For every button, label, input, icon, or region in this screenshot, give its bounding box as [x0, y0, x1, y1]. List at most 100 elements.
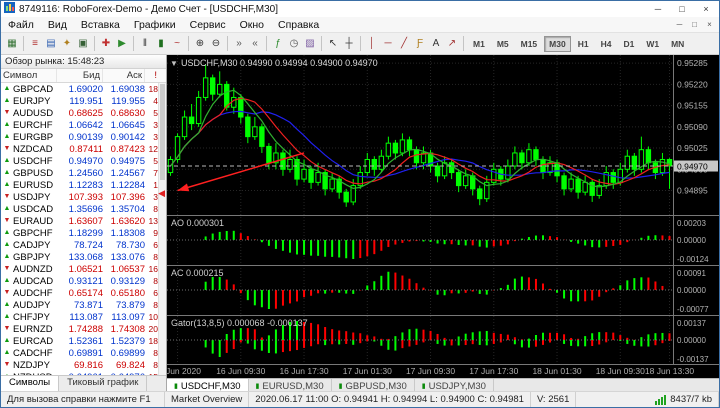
symbol-name: EURGBP — [13, 131, 54, 143]
market-watch-row[interactable]: ▲ GBPJPY 133.068 133.076 8 — [1, 251, 166, 263]
vertical-line-icon[interactable]: │ — [364, 35, 380, 53]
maximize-button[interactable]: □ — [672, 2, 692, 16]
text-icon[interactable]: A — [428, 35, 444, 53]
market-watch-scrollbar[interactable] — [158, 83, 166, 375]
chart-shift-icon[interactable]: « — [247, 35, 263, 53]
timeframe-m5-button[interactable]: M5 — [492, 36, 514, 52]
spread-value: 4 — [153, 96, 158, 106]
spread-value: 3 — [153, 132, 158, 142]
auto-scroll-icon[interactable]: » — [231, 35, 247, 53]
indicators-icon[interactable]: ƒ — [270, 35, 286, 53]
market-watch-row[interactable]: ▼ AUDUSD 0.68625 0.68630 5 — [1, 107, 166, 119]
timeframe-h1-button[interactable]: H1 — [573, 36, 594, 52]
time-axis[interactable]: 16 Jun 2020 16 Jun 09:30 16 Jun 17:30 17 Ju… — [167, 365, 719, 378]
new-chart-icon[interactable]: ▦ — [4, 35, 20, 53]
tick-up-icon: ▲ — [3, 133, 11, 140]
market-watch-row[interactable]: ▼ USDJPY 107.393 107.396 3 — [1, 191, 166, 203]
column-header-1[interactable]: Бид — [57, 69, 103, 82]
menu-item-view[interactable]: Вид — [41, 19, 74, 31]
menu-item-file[interactable]: Файл — [1, 19, 41, 31]
periods-icon[interactable]: ◷ — [286, 35, 302, 53]
svg-text:0.00203: 0.00203 — [677, 219, 706, 228]
market-watch-row[interactable]: ▼ AUDNZD 1.06521 1.06537 16 — [1, 263, 166, 275]
market-watch-row[interactable]: ▲ CHFJPY 113.087 113.097 10 — [1, 311, 166, 323]
menu-item-help[interactable]: Справка — [271, 19, 326, 31]
arrows-icon[interactable]: ↗ — [444, 35, 460, 53]
market-watch-row[interactable]: ▲ GBPCAD 1.69020 1.69038 18 — [1, 83, 166, 95]
menu-item-insert[interactable]: Вставка — [74, 19, 127, 31]
new-order-icon[interactable]: ✚ — [98, 35, 114, 53]
spread-value: 3 — [153, 192, 158, 202]
market-watch-row[interactable]: ▲ USDCHF 0.94970 0.94975 5 — [1, 155, 166, 167]
fibonacci-icon[interactable]: Ƒ — [412, 35, 428, 53]
market-watch-row[interactable]: ▼ AUDCHF 0.65174 0.65180 6 — [1, 287, 166, 299]
market-watch-row[interactable]: ▲ GBPUSD 1.24560 1.24567 7 — [1, 167, 166, 179]
market-watch-row[interactable]: ▼ EURNZD 1.74288 1.74308 20 — [1, 323, 166, 335]
bid-value: 1.06521 — [68, 263, 103, 275]
horizontal-line-icon[interactable]: ─ — [380, 35, 396, 53]
crosshair-icon[interactable]: ┼ — [341, 35, 357, 53]
market-watch-row[interactable]: ▲ CADCHF 0.69891 0.69899 8 — [1, 347, 166, 359]
market-watch-row[interactable]: ▲ CADJPY 78.724 78.730 6 — [1, 239, 166, 251]
market-watch-row[interactable]: ▲ GBPCHF 1.18299 1.18308 9 — [1, 227, 166, 239]
close-button[interactable]: × — [696, 2, 716, 16]
terminal-icon[interactable]: ▣ — [75, 35, 91, 53]
price-chart[interactable]: AO 0.000301 0.00203 0.00000 -0.00124 AC 0.00… — [167, 55, 719, 365]
market-watch-row[interactable]: ▲ EURCHF 1.06642 1.06645 3 — [1, 119, 166, 131]
cursor-icon[interactable]: ↖ — [325, 35, 341, 53]
child-restore-button[interactable]: □ — [687, 20, 702, 29]
menu-item-window[interactable]: Окно — [233, 19, 271, 31]
market-watch-row[interactable]: ▲ AUDCAD 0.93121 0.93129 8 — [1, 275, 166, 287]
column-header-3[interactable]: ! — [145, 69, 159, 82]
zoom-out-icon[interactable]: ⊖ — [208, 35, 224, 53]
tick-up-icon: ▲ — [3, 349, 11, 356]
line-chart-icon[interactable]: ~ — [169, 35, 185, 53]
column-header-0[interactable]: Символ — [1, 69, 57, 82]
candlestick-chart-icon[interactable]: ▮ — [153, 35, 169, 53]
zoom-in-icon[interactable]: ⊕ — [192, 35, 208, 53]
spread-value: 8 — [153, 252, 158, 262]
tick-up-icon: ▲ — [3, 241, 11, 248]
market-watch-tab-symbols[interactable]: Символы — [1, 376, 60, 391]
menubar: Файл Вид Вставка Графики Сервис Окно Справка ─… — [1, 17, 719, 33]
market-watch-row[interactable]: ▲ AUDJPY 73.871 73.879 8 — [1, 299, 166, 311]
child-close-button[interactable]: × — [702, 20, 717, 29]
tick-down-icon: ▼ — [3, 193, 11, 200]
market-watch-row[interactable]: ▲ EURGBP 0.90139 0.90142 3 — [1, 131, 166, 143]
market-watch-icon[interactable]: ≡ — [27, 35, 43, 53]
menu-item-charts[interactable]: Графики — [127, 19, 183, 31]
timeframe-m30-button[interactable]: M30 — [544, 35, 571, 52]
market-watch-row[interactable]: ▼ NZDJPY 69.816 69.824 8 — [1, 359, 166, 371]
minimize-button[interactable]: ─ — [648, 2, 668, 16]
market-watch-row[interactable]: ▲ EURJPY 119.951 119.955 4 — [1, 95, 166, 107]
data-window-icon[interactable]: ▤ — [43, 35, 59, 53]
symbol-name: USDCAD — [13, 203, 54, 215]
navigator-icon[interactable]: ✦ — [59, 35, 75, 53]
trendline-icon[interactable]: ╱ — [396, 35, 412, 53]
timeframe-mn-button[interactable]: MN — [666, 36, 689, 52]
scrollbar-thumb[interactable] — [160, 84, 165, 180]
templates-icon[interactable]: ▨ — [302, 35, 318, 53]
market-watch-row[interactable]: ▲ EURUSD 1.12283 1.12284 1 — [1, 179, 166, 191]
child-minimize-button[interactable]: ─ — [672, 20, 687, 29]
market-watch-row[interactable]: ▼ EURAUD 1.63607 1.63620 13 — [1, 215, 166, 227]
timeframe-w1-button[interactable]: W1 — [641, 36, 664, 52]
market-watch-row[interactable]: ▼ NZDCAD 0.87411 0.87423 12 — [1, 143, 166, 155]
symbol-name: GBPCAD — [13, 83, 54, 95]
autotrading-icon[interactable]: ▶ — [114, 35, 130, 53]
timeframe-d1-button[interactable]: D1 — [618, 36, 639, 52]
market-watch-tab-tick-chart[interactable]: Тиковый график — [59, 376, 148, 391]
market-watch-row[interactable]: ▲ EURCAD 1.52361 1.52379 18 — [1, 335, 166, 347]
timeframe-m1-button[interactable]: M1 — [468, 36, 490, 52]
market-watch-panel: Обзор рынка: 15:48:23 Символ Бид Аск! ▲ GBP… — [1, 55, 167, 391]
tick-down-icon: ▼ — [3, 265, 11, 272]
timeframe-m15-button[interactable]: M15 — [516, 36, 543, 52]
status-traffic: 8437/7 kb — [649, 392, 719, 407]
svg-text:-0.00124: -0.00124 — [677, 255, 709, 264]
column-header-2[interactable]: Аск — [103, 69, 145, 82]
x-axis-label: 17 Jun 17:30 — [469, 366, 519, 376]
menu-item-tools[interactable]: Сервис — [183, 19, 233, 31]
bar-chart-icon[interactable]: ǁ — [137, 35, 153, 53]
timeframe-h4-button[interactable]: H4 — [596, 36, 617, 52]
market-watch-row[interactable]: ▲ USDCAD 1.35696 1.35704 8 — [1, 203, 166, 215]
